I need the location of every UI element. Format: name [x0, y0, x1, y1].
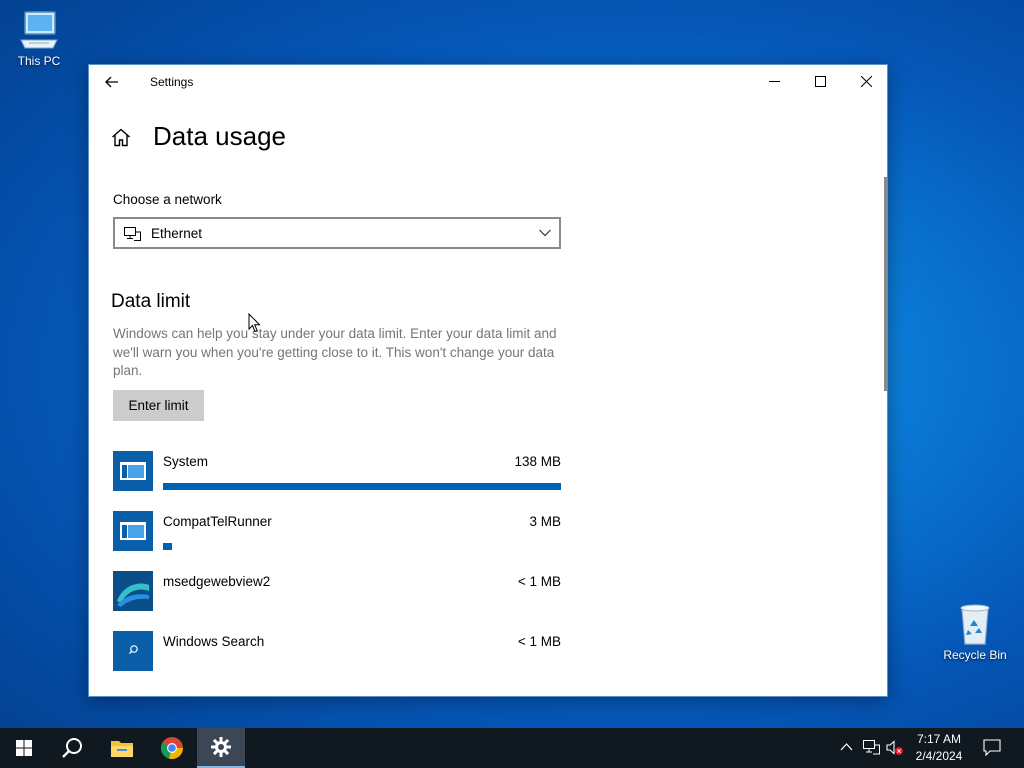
title-bar[interactable]: Settings: [89, 65, 887, 99]
file-explorer-icon: [111, 741, 133, 757]
app-usage-value: < 1 MB: [517, 574, 561, 589]
network-label: Choose a network: [113, 192, 222, 207]
taskbar-file-explorer[interactable]: [98, 728, 146, 768]
chevron-up-icon[interactable]: [840, 740, 853, 754]
desktop-icon-recycle-bin[interactable]: Recycle Bin: [937, 600, 1013, 662]
usage-bar-fill: [163, 543, 172, 550]
edge-webview-icon: [113, 571, 153, 611]
network-selected: Ethernet: [151, 226, 203, 241]
scrollbar[interactable]: [884, 177, 887, 391]
mouse-cursor-icon: [248, 313, 261, 333]
taskbar: 7:17 AM 2/4/2024: [0, 728, 1024, 768]
network-dropdown[interactable]: Ethernet: [113, 217, 561, 249]
desktop-icon-this-pc[interactable]: This PC: [1, 8, 77, 68]
usage-bar: [163, 483, 561, 490]
system-app-icon: [113, 511, 153, 551]
settings-window: Settings Data usage Choose a network Eth…: [88, 64, 888, 697]
app-usage-row: Windows Search < 1 MB: [113, 631, 561, 677]
chrome-icon: [161, 737, 184, 760]
home-icon: [112, 128, 130, 147]
action-center-icon[interactable]: [983, 739, 1001, 756]
window-title: Settings: [150, 75, 194, 89]
system-app-icon: [113, 451, 153, 491]
settings-icon: [211, 737, 231, 757]
app-usage-row: msedgewebview2 < 1 MB: [113, 571, 561, 617]
clock-date: 2/4/2024: [915, 749, 963, 763]
clock[interactable]: 7:17 AM 2/4/2024: [904, 731, 974, 765]
app-name: Windows Search: [163, 634, 265, 649]
maximize-button[interactable]: [797, 65, 843, 97]
app-usage-row: System 138 MB: [113, 451, 561, 497]
computer-icon: [20, 11, 58, 49]
search-icon: [62, 738, 82, 758]
app-usage-row: CompatTelRunner 3 MB: [113, 511, 561, 557]
search-app-icon: [113, 631, 153, 671]
maximize-icon: [814, 75, 826, 87]
recycle-bin-icon: [960, 604, 990, 645]
enter-limit-button[interactable]: Enter limit: [113, 390, 204, 421]
ethernet-icon: [124, 227, 141, 241]
start-icon: [16, 740, 32, 756]
close-button[interactable]: [843, 65, 887, 97]
data-limit-heading: Data limit: [111, 291, 191, 312]
home-button[interactable]: [111, 128, 131, 152]
start-button[interactable]: [0, 728, 48, 768]
app-usage-value: < 1 MB: [517, 634, 561, 649]
usage-bar: [163, 663, 561, 670]
desktop-icon-label: Recycle Bin: [943, 648, 1007, 662]
arrow-left-icon: [105, 76, 118, 88]
taskbar-chrome[interactable]: [148, 728, 196, 768]
app-usage-value: 138 MB: [514, 454, 561, 469]
app-name: CompatTelRunner: [163, 514, 272, 529]
usage-bar-fill: [163, 483, 561, 490]
network-tray-icon[interactable]: [863, 740, 880, 755]
desktop-icon-label: This PC: [17, 54, 61, 68]
app-name: msedgewebview2: [163, 574, 271, 589]
taskbar-search-button[interactable]: [48, 728, 96, 768]
minimize-icon: [768, 80, 780, 82]
back-button[interactable]: [101, 72, 123, 92]
app-usage-value: 3 MB: [529, 514, 561, 529]
taskbar-settings[interactable]: [197, 728, 245, 768]
volume-muted-icon[interactable]: [886, 740, 904, 756]
minimize-button[interactable]: [751, 65, 797, 97]
chevron-down-icon: [539, 229, 551, 237]
usage-bar: [163, 603, 561, 610]
app-name: System: [163, 454, 209, 469]
close-icon: [860, 75, 872, 87]
page-title: Data usage: [153, 121, 286, 151]
data-limit-description: Windows can help you stay under your dat…: [113, 326, 557, 378]
usage-bar: [163, 543, 561, 550]
clock-time: 7:17 AM: [916, 732, 962, 746]
